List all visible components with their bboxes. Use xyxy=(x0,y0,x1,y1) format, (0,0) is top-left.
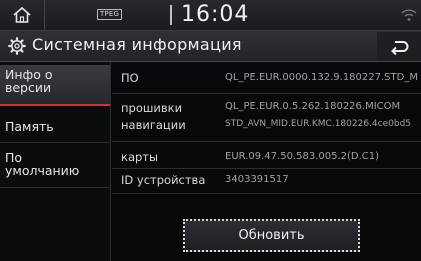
row-divider xyxy=(112,193,421,194)
info-value-software: QL_PE.EUR.0000.132.9.180227.STD_M xyxy=(225,72,418,83)
gear-icon xyxy=(8,37,26,55)
tpeg-badge: TPEG xyxy=(97,9,123,20)
info-label-software: ПО xyxy=(121,71,139,85)
home-icon xyxy=(13,6,31,23)
status-bar: TPEG 16:04 xyxy=(0,0,421,31)
info-value-map: EUR.09.47.50.583.005.2(D.C1) xyxy=(225,151,380,162)
sidebar-item-memory[interactable]: Память xyxy=(0,120,110,140)
row-divider xyxy=(112,93,421,94)
sidebar-item-label: Память xyxy=(5,119,54,134)
info-label-device-id: ID устройства xyxy=(121,173,206,187)
info-value-firmware: QL_PE.EUR.0.5.262.180226.MICOM xyxy=(225,101,401,112)
clock: 16:04 xyxy=(181,2,250,27)
back-arrow-icon xyxy=(391,40,409,55)
wifi-icon xyxy=(401,9,417,21)
sidebar-separator xyxy=(0,142,110,143)
info-label-firmware: прошивки xyxy=(121,101,183,115)
row-divider xyxy=(112,168,421,169)
info-label-map: карты xyxy=(121,150,159,164)
page-title: Системная информация xyxy=(32,35,242,54)
sidebar-separator xyxy=(0,187,110,188)
sidebar-item-defaults[interactable]: По умолчанию xyxy=(0,151,110,183)
home-button[interactable] xyxy=(0,0,45,30)
system-info-screen: TPEG 16:04 Системная информация Инфо о в… xyxy=(0,0,421,261)
sidebar-item-label: По умолчанию xyxy=(5,150,80,178)
info-value-device-id: 3403391517 xyxy=(225,174,289,185)
status-divider xyxy=(170,5,172,25)
info-label-navigation: навигации xyxy=(121,118,186,132)
sidebar-item-label: Инфо о версии xyxy=(5,67,53,95)
row-divider xyxy=(112,141,421,142)
update-button[interactable]: Обновить xyxy=(183,219,360,252)
back-button[interactable] xyxy=(377,32,421,61)
title-bar: Системная информация xyxy=(0,31,421,62)
sidebar-item-version-info[interactable]: Инфо о версии xyxy=(0,65,110,105)
info-value-navigation: STD_AVN_MID.EUR.KMC.180226.4ce0bd5 xyxy=(225,119,412,129)
active-indicator xyxy=(0,104,110,106)
